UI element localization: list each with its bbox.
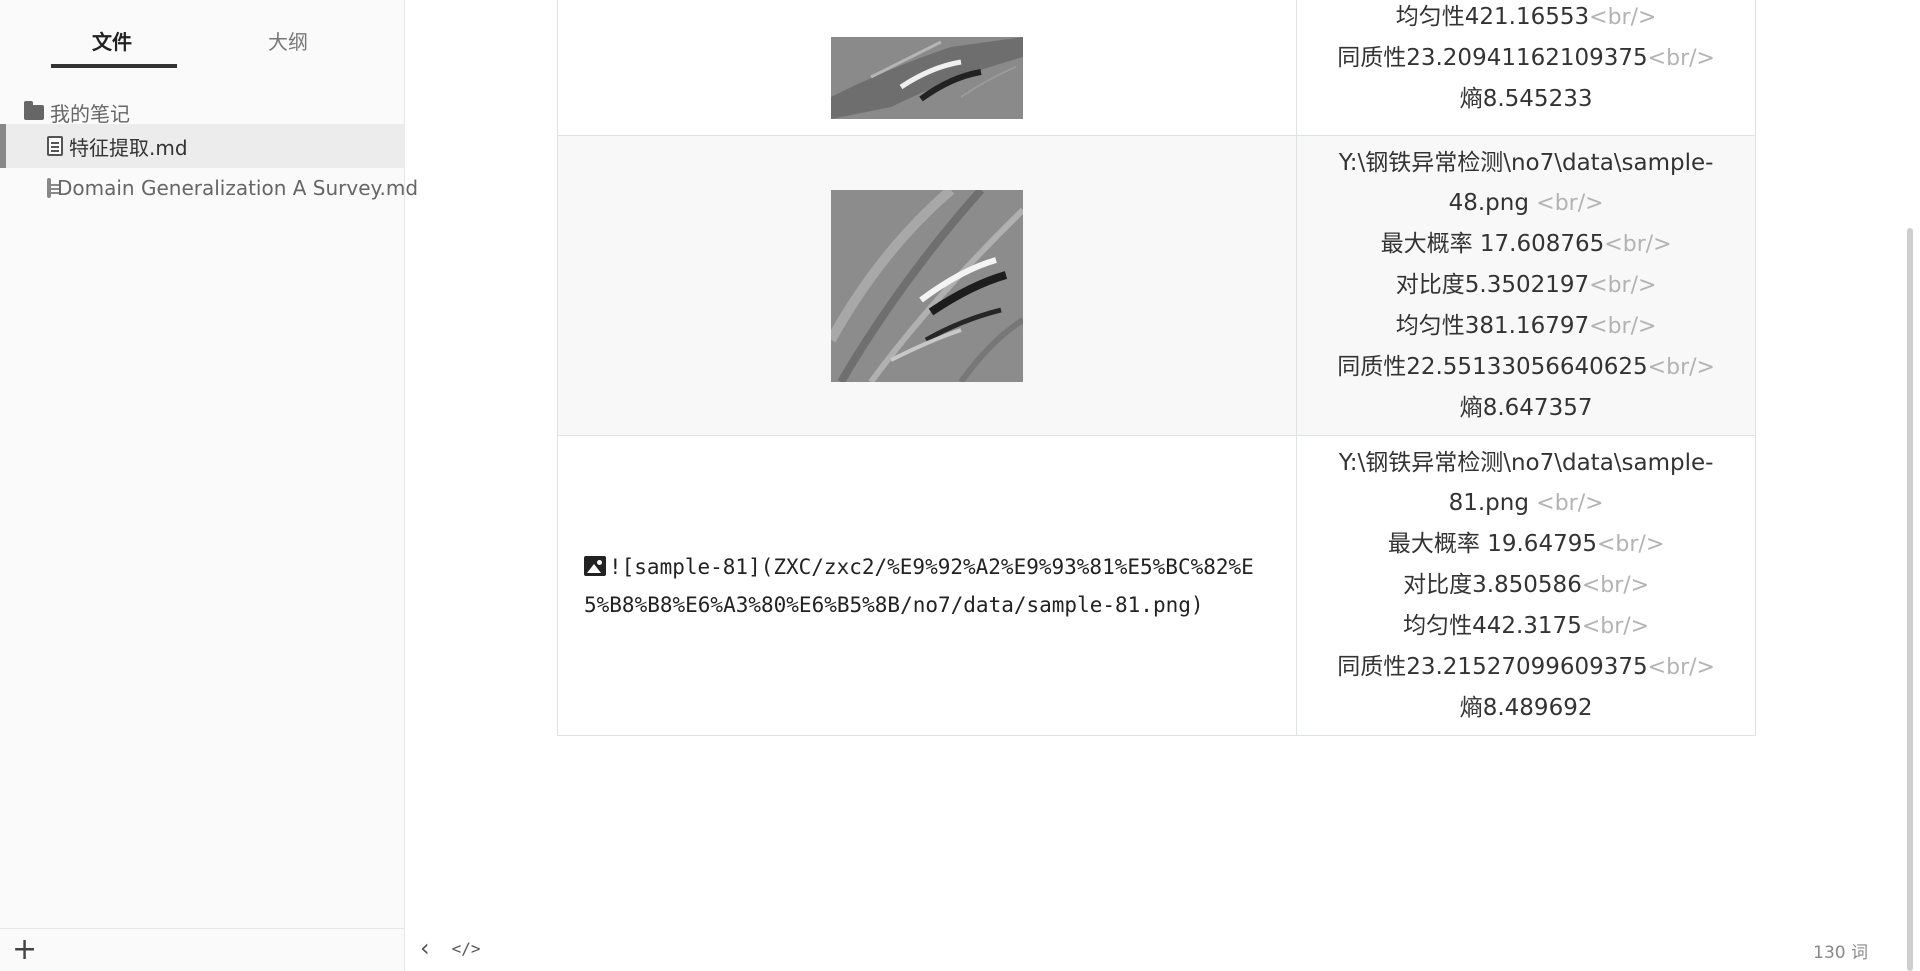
table-row: 均匀性421.16553<br/> 同质性23.20941162109375<b… xyxy=(556,0,1756,136)
sample-image[interactable] xyxy=(831,37,1024,119)
path-text: 48.png xyxy=(1448,190,1537,216)
table-cell-info[interactable]: Y:\钢铁异常检测\no7\data\sample- 81.png <br/> … xyxy=(1296,435,1756,736)
chevron-left-icon[interactable]: ‹ xyxy=(420,936,430,960)
br-tag: <br/> xyxy=(1536,491,1604,516)
homogeneity-text: 同质性23.2094116210937 xyxy=(1337,45,1634,71)
br-tag: <br/> xyxy=(1647,655,1715,680)
br-tag: <br/> xyxy=(1596,532,1665,557)
max-prob-text: 最大概率 17.608765 xyxy=(1380,231,1605,257)
path-text: 81.png xyxy=(1448,490,1537,516)
file-label: Domain Generalization A Survey.md xyxy=(57,176,419,200)
editor-area[interactable]: 均匀性421.16553<br/> 同质性23.20941162109375<b… xyxy=(405,0,1920,971)
br-tag: <br/> xyxy=(1647,355,1715,380)
table-row: ![sample-81](ZXC/zxc2/%E9%92%A2%E9%93%81… xyxy=(556,435,1756,736)
br-tag: <br/> xyxy=(1536,191,1604,216)
tab-outline[interactable]: 大纲 xyxy=(268,26,308,55)
folder-icon xyxy=(24,100,44,120)
table-cell-image[interactable] xyxy=(556,135,1298,436)
br-tag: <br/> xyxy=(1589,314,1657,339)
active-tab-indicator xyxy=(51,64,177,68)
file-item-feature-extraction[interactable]: 特征提取.md xyxy=(0,124,405,168)
file-icon xyxy=(47,136,63,156)
table-cell-image[interactable] xyxy=(556,0,1298,136)
vertical-scrollbar[interactable] xyxy=(1907,228,1913,971)
image-markdown-text: ![sample-81](ZXC/zxc2/%E9%92%A2%E9%93%81… xyxy=(584,554,1254,617)
uniformity-text: 均匀性442.3175 xyxy=(1403,613,1582,639)
uniformity-text: 均匀性421.16553 xyxy=(1395,4,1590,30)
table-cell-info[interactable]: 均匀性421.16553<br/> 同质性23.20941162109375<b… xyxy=(1296,0,1756,136)
uniformity-text: 均匀性381.16797 xyxy=(1395,313,1590,339)
br-tag: <br/> xyxy=(1581,614,1650,639)
path-text: Y:\钢铁异常检测\no7\data\sample- xyxy=(1338,450,1714,476)
sidebar: 文件 大纲 我的笔记 特征提取.md Domain Generalization… xyxy=(0,0,418,971)
sidebar-tabs: 文件 大纲 xyxy=(0,0,405,80)
br-tag: <br/> xyxy=(1589,5,1657,30)
code-icon[interactable]: </> xyxy=(452,939,481,958)
tab-files[interactable]: 文件 xyxy=(92,26,132,55)
entropy-text: 熵8.647357 xyxy=(1459,395,1593,421)
homogeneity-text: 同质性22.55133056640625 xyxy=(1337,354,1648,380)
max-prob-text: 最大概率 19.64795 xyxy=(1387,531,1597,557)
file-icon xyxy=(47,178,59,198)
add-file-button[interactable]: + xyxy=(12,933,37,967)
contrast-text: 对比度3.850586 xyxy=(1403,572,1582,598)
table-cell-info[interactable]: Y:\钢铁异常检测\no7\data\sample- 48.png <br/> … xyxy=(1296,135,1756,436)
table-row: Y:\钢铁异常检测\no7\data\sample- 48.png <br/> … xyxy=(556,135,1756,436)
image-icon xyxy=(584,555,606,576)
path-text: Y:\钢铁异常检测\no7\data\sample- xyxy=(1338,150,1714,176)
entropy-text: 熵8.489692 xyxy=(1459,695,1593,721)
image-markdown-source[interactable]: ![sample-81](ZXC/zxc2/%E9%92%A2%E9%93%81… xyxy=(558,548,1296,624)
br-tag: <br/> xyxy=(1647,46,1715,71)
active-file-indicator xyxy=(0,124,6,168)
table-cell-image[interactable]: ![sample-81](ZXC/zxc2/%E9%92%A2%E9%93%81… xyxy=(556,435,1298,736)
folder-label: 我的笔记 xyxy=(50,101,130,126)
br-tag: <br/> xyxy=(1604,232,1672,257)
sample-image[interactable] xyxy=(826,185,1026,384)
file-label: 特征提取.md xyxy=(69,135,188,160)
texture-image xyxy=(826,185,1026,384)
homogeneity-text: 同质性23.21527099609375 xyxy=(1337,654,1648,680)
word-count[interactable]: 130 词 xyxy=(1813,938,1868,963)
entropy-text: 熵8.545233 xyxy=(1459,86,1593,112)
file-item-domain-generalization[interactable]: Domain Generalization A Survey.md xyxy=(0,166,418,210)
br-tag: <br/> xyxy=(1589,273,1657,298)
statusbar-left: ‹ </> xyxy=(420,936,481,960)
sidebar-footer: + xyxy=(0,928,405,971)
texture-image xyxy=(831,37,1024,119)
contrast-text: 对比度5.3502197 xyxy=(1395,272,1590,298)
br-tag: <br/> xyxy=(1581,573,1650,598)
markdown-table: 均匀性421.16553<br/> 同质性23.20941162109375<b… xyxy=(556,0,1756,736)
